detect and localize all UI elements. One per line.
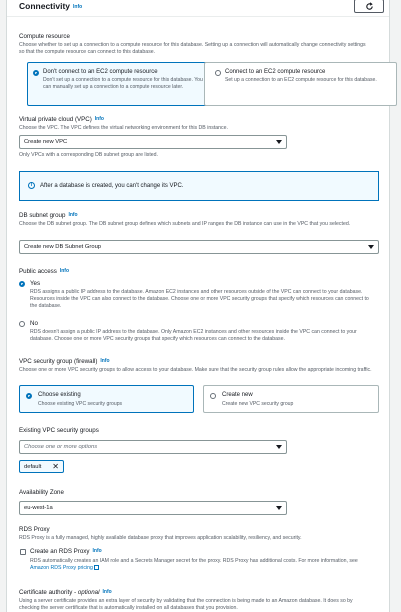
- external-link-icon: [93, 565, 99, 571]
- info-link[interactable]: Info: [68, 212, 77, 218]
- public-yes-label: Yes: [30, 280, 41, 287]
- info-link[interactable]: Info: [60, 268, 69, 274]
- option-desc: Create new VPC security group: [222, 401, 294, 407]
- radio-public-yes[interactable]: [19, 281, 25, 287]
- refresh-icon: [365, 1, 373, 10]
- subnet-group-select[interactable]: Create new DB Subnet Group: [19, 240, 379, 254]
- radio-dont-connect[interactable]: [33, 70, 39, 76]
- subnet-group-desc: Choose the DB subnet group. The DB subne…: [19, 221, 351, 227]
- sg-token-default: default ✕: [19, 460, 64, 473]
- cert-authority-desc: Using a server certificate provides an e…: [19, 598, 353, 612]
- existing-sg-placeholder: Choose one or more options: [24, 444, 98, 450]
- refresh-button[interactable]: [354, 0, 384, 13]
- security-group-desc: Choose one or more VPC security groups t…: [19, 367, 372, 373]
- az-select[interactable]: eu-west-1a: [19, 501, 287, 515]
- radio-create-new[interactable]: [210, 393, 216, 399]
- rds-proxy-desc: RDS Proxy is a fully managed, highly ava…: [19, 535, 302, 541]
- az-select-value: eu-west-1a: [24, 505, 53, 511]
- vpc-select-value: Create new VPC: [24, 139, 68, 145]
- info-icon: i: [28, 182, 35, 189]
- remove-token-icon[interactable]: ✕: [52, 463, 59, 471]
- info-link[interactable]: Info: [103, 589, 112, 595]
- option-title: Connect to an EC2 compute resource: [225, 69, 326, 75]
- create-rds-proxy-label: Create an RDS Proxy Info: [30, 548, 102, 555]
- info-link[interactable]: Info: [93, 548, 102, 554]
- option-connect-ec2[interactable]: Connect to an EC2 compute resource Set u…: [204, 62, 397, 106]
- vpc-hint: Only VPCs with a corresponding DB subnet…: [19, 152, 158, 158]
- section-header: Connectivity Info: [7, 0, 389, 17]
- option-desc: Set up a connection to an EC2 compute re…: [225, 77, 377, 83]
- caret-down-icon: [368, 245, 374, 249]
- info-link[interactable]: Info: [73, 4, 82, 10]
- info-link[interactable]: Info: [100, 358, 109, 364]
- security-group-label: VPC security group (firewall) Info: [19, 358, 110, 365]
- option-create-new[interactable]: Create new Create new VPC security group: [203, 385, 379, 413]
- option-title: Don't connect to an EC2 compute resource: [43, 69, 158, 75]
- caret-down-icon: [276, 445, 282, 449]
- existing-sg-multiselect[interactable]: Choose one or more options: [19, 440, 287, 454]
- rds-proxy-pricing-link[interactable]: Amazon RDS Proxy pricing: [30, 565, 93, 571]
- compute-resource-desc: Choose whether to set up a connection to…: [19, 42, 366, 56]
- info-alert: i After a database is created, you can't…: [19, 171, 379, 201]
- public-no-label: No: [30, 320, 38, 327]
- vpc-select[interactable]: Create new VPC: [19, 135, 287, 149]
- vpc-desc: Choose the VPC. The VPC defines the virt…: [19, 125, 228, 131]
- az-label: Availability Zone: [19, 489, 64, 496]
- alert-text: After a database is created, you can't c…: [40, 183, 184, 189]
- create-rds-proxy-desc: RDS automatically creates an IAM role an…: [30, 558, 358, 572]
- caret-down-icon: [276, 506, 282, 510]
- existing-sg-label: Existing VPC security groups: [19, 427, 99, 434]
- info-link[interactable]: Info: [95, 116, 104, 122]
- create-rds-proxy-checkbox[interactable]: [20, 549, 26, 555]
- public-access-label: Public access Info: [19, 268, 70, 275]
- option-desc: Don't set up a connection to a compute r…: [43, 77, 203, 90]
- radio-connect[interactable]: [215, 70, 221, 76]
- compute-resource-label: Compute resource: [19, 33, 70, 40]
- section-title: Connectivity Info: [19, 1, 83, 11]
- option-desc: Choose existing VPC security groups: [38, 401, 123, 407]
- rds-proxy-label: RDS Proxy: [19, 526, 50, 533]
- radio-public-no[interactable]: [19, 321, 25, 327]
- option-dont-connect-ec2[interactable]: Don't connect to an EC2 compute resource…: [27, 62, 211, 106]
- option-title: Choose existing: [38, 392, 81, 398]
- option-title: Create new: [222, 392, 253, 398]
- radio-choose-existing[interactable]: [26, 393, 32, 399]
- option-choose-existing[interactable]: Choose existing Choose existing VPC secu…: [19, 385, 194, 413]
- public-yes-desc: RDS assigns a public IP address to the d…: [30, 289, 369, 310]
- subnet-select-value: Create new DB Subnet Group: [24, 244, 102, 250]
- vpc-label: Virtual private cloud (VPC) Info: [19, 116, 104, 123]
- subnet-group-label: DB subnet group Info: [19, 212, 78, 219]
- public-no-desc: RDS doesn't assign a public IP address t…: [30, 329, 357, 343]
- token-label: default: [24, 464, 42, 470]
- caret-down-icon: [276, 140, 282, 144]
- left-edge: [0, 0, 7, 612]
- connectivity-panel: Connectivity Info Compute resource Choose…: [0, 0, 401, 612]
- cert-authority-label: Certificate authority - optional Info: [19, 589, 112, 596]
